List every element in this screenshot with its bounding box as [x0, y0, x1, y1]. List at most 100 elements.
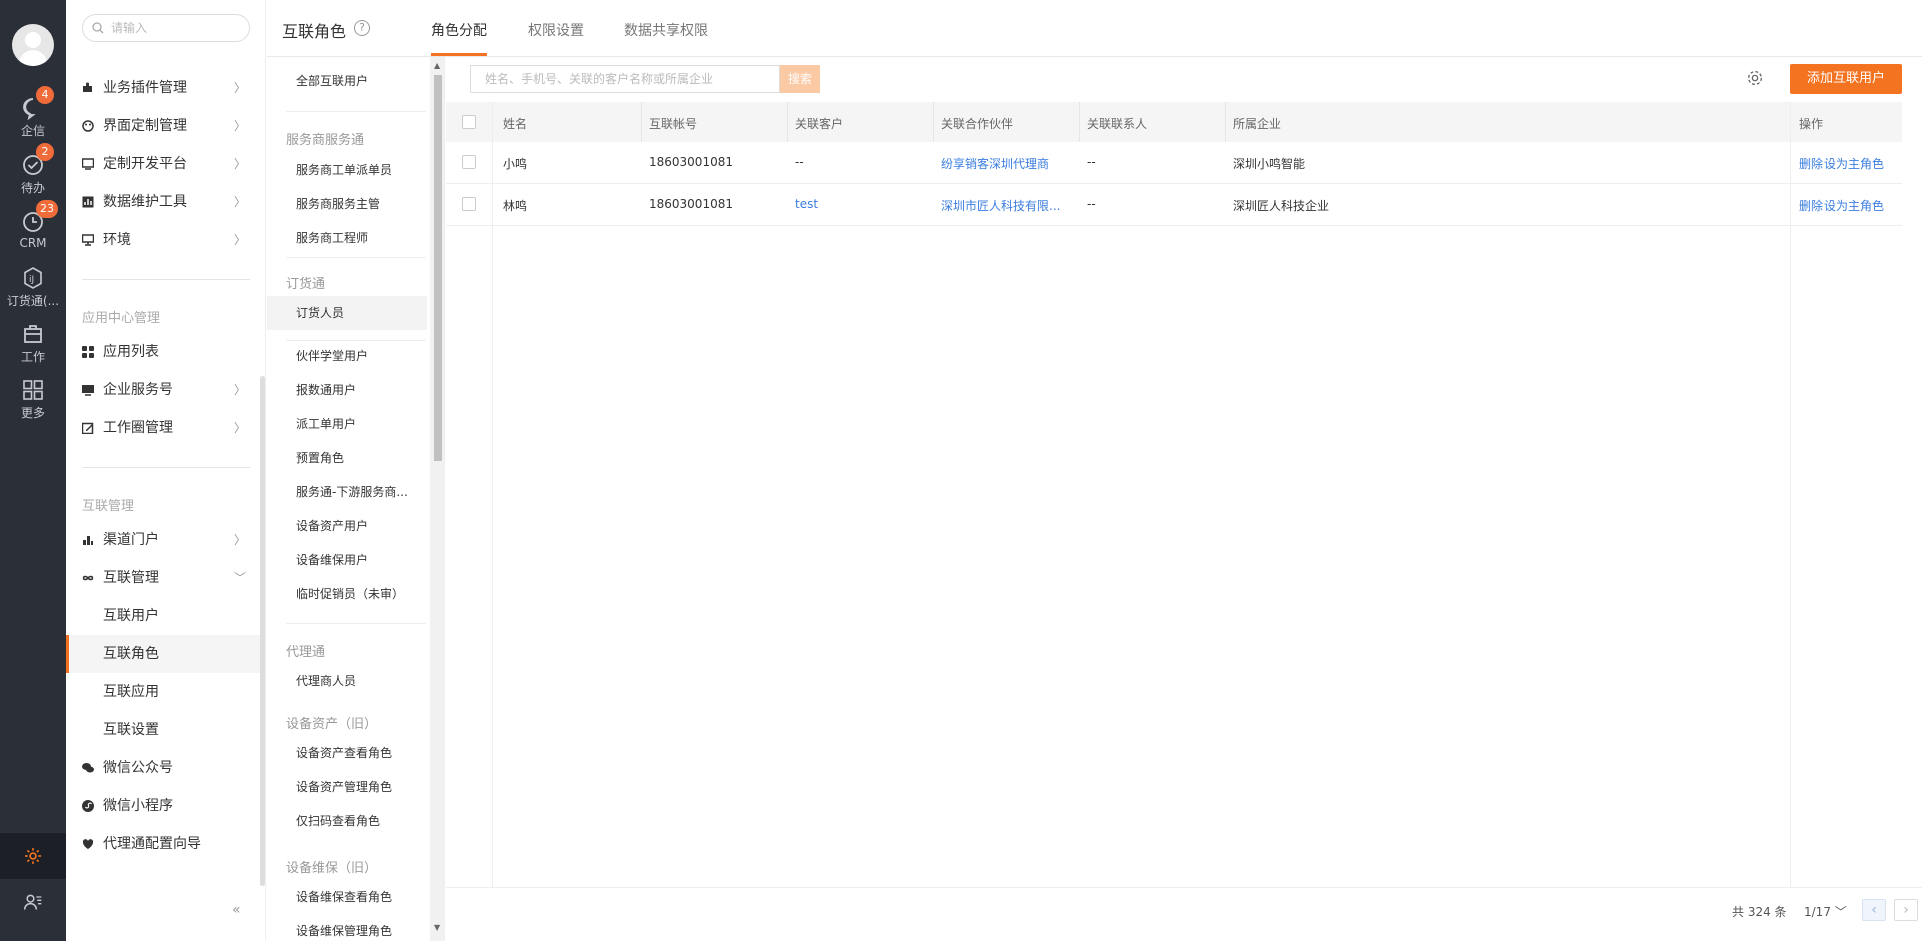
chevron-right-icon: 〉: [233, 157, 246, 171]
tab-role-assign[interactable]: 角色分配: [431, 20, 487, 40]
user-search-input[interactable]: 姓名、手机号、关联的客户名称或所属企业: [470, 65, 780, 93]
prev-page-button[interactable]: ‹: [1862, 899, 1886, 921]
role-item[interactable]: 临时促销员（未审）: [267, 577, 427, 611]
tab-data-sharing[interactable]: 数据共享权限: [624, 20, 708, 40]
nav-item-dev-platform[interactable]: 定制开发平台 〉: [66, 145, 260, 183]
search-button[interactable]: 搜索: [780, 65, 820, 93]
nav-item-wechat-official[interactable]: 微信公众号: [66, 749, 260, 787]
nav-item-plugins[interactable]: 业务插件管理 〉: [66, 69, 260, 107]
nav-item-agent-wizard[interactable]: 代理通配置向导: [66, 825, 260, 863]
gear-icon[interactable]: [1746, 69, 1764, 87]
nav-label: 微信小程序: [103, 798, 173, 814]
rail-item-more[interactable]: 更多: [0, 378, 66, 421]
nav-item-app-list[interactable]: 应用列表: [66, 333, 260, 371]
column-header[interactable]: 关联联系人: [1087, 115, 1147, 132]
nav-item-ui-custom[interactable]: 界面定制管理 〉: [66, 107, 260, 145]
nav-item-service-account[interactable]: 企业服务号 〉: [66, 371, 260, 409]
nav-sub-apps[interactable]: 互联应用: [66, 673, 260, 711]
help-icon[interactable]: ?: [354, 20, 370, 36]
rail-settings[interactable]: [0, 833, 66, 879]
role-item[interactable]: 服务通-下游服务商...: [267, 475, 427, 509]
search-icon: [92, 22, 104, 34]
bar-chart-icon: [82, 196, 94, 208]
role-item[interactable]: 设备资产查看角色: [267, 736, 427, 770]
table-row[interactable]: 小鸣 18603001081 -- 纷享销客深圳代理商 -- 深圳小鸣智能 删除…: [446, 142, 1902, 184]
set-main-role-link[interactable]: 设为主角色: [1824, 155, 1884, 172]
rail-item-chat[interactable]: 4 企信: [0, 86, 66, 139]
scroll-thumb[interactable]: [434, 75, 442, 461]
role-item[interactable]: 设备资产管理角色: [267, 770, 427, 804]
nav-item-workcircle[interactable]: 工作圈管理 〉: [66, 409, 260, 447]
role-item[interactable]: 服务商工单派单员: [267, 153, 427, 187]
nav-divider: [82, 467, 250, 468]
add-user-button[interactable]: 添加互联用户: [1790, 64, 1902, 94]
column-header[interactable]: 互联帐号: [649, 115, 697, 132]
row-checkbox[interactable]: [462, 197, 476, 211]
app-rail: 4 企信 2 待办 23 CRM iJ 订货通(... 工作 更多: [0, 0, 66, 941]
nav-item-interconnect[interactable]: 互联管理 ﹀: [66, 559, 260, 597]
tab-permissions[interactable]: 权限设置: [528, 20, 584, 40]
role-item[interactable]: 派工单用户: [267, 407, 427, 441]
rail-item-order[interactable]: iJ 订货通(...: [0, 266, 66, 309]
nav-label: 微信公众号: [103, 760, 173, 776]
column-header[interactable]: 所属企业: [1233, 115, 1281, 132]
role-item[interactable]: 设备资产用户: [267, 509, 427, 543]
nav-sub-roles[interactable]: 互联角色: [66, 635, 260, 673]
avatar[interactable]: [12, 24, 54, 66]
nav-label: 界面定制管理: [103, 118, 187, 134]
role-item[interactable]: 代理商人员: [267, 664, 427, 698]
table-row[interactable]: 林鸣 18603001081 test 深圳市匠人科技有限... -- 深圳匠人…: [446, 184, 1902, 226]
delete-link[interactable]: 删除: [1799, 197, 1823, 214]
set-main-role-link[interactable]: 设为主角色: [1824, 197, 1884, 214]
cell-partner-link[interactable]: 纷享销客深圳代理商: [941, 155, 1076, 172]
nav-sub-settings[interactable]: 互联设置: [66, 711, 260, 749]
chevron-right-icon: 〉: [233, 383, 246, 397]
column-header[interactable]: 关联合作伙伴: [941, 115, 1013, 132]
role-item[interactable]: 设备维保用户: [267, 543, 427, 577]
scroll-down-icon[interactable]: ▼: [434, 923, 440, 932]
page-select[interactable]: 1/17 ﹀: [1804, 903, 1847, 920]
role-item[interactable]: 服务商服务主管: [267, 187, 427, 221]
column-header[interactable]: 姓名: [503, 115, 527, 132]
role-item[interactable]: 设备维保查看角色: [267, 880, 427, 914]
nav-item-channel-portal[interactable]: 渠道门户 〉: [66, 521, 260, 559]
nav-label: 业务插件管理: [103, 80, 187, 96]
total-count: 共 324 条: [1732, 905, 1787, 919]
checkbox-column-border: [492, 102, 493, 888]
rail-item-todo[interactable]: 2 待办: [0, 143, 66, 196]
nav-sub-users[interactable]: 互联用户: [66, 597, 260, 635]
nav-scrollbar[interactable]: [260, 376, 265, 886]
cell-customer-link[interactable]: test: [795, 197, 818, 211]
role-item[interactable]: 仅扫码查看角色: [267, 804, 427, 838]
nav-label: 互联设置: [103, 722, 159, 738]
role-item[interactable]: 设备维保管理角色: [267, 914, 427, 941]
role-list-scrollbar[interactable]: ▲ ▼: [430, 57, 444, 941]
chat-badge: 4: [36, 86, 54, 104]
nav-item-wechat-miniapp[interactable]: 微信小程序: [66, 787, 260, 825]
chevron-down-icon: ﹀: [1834, 905, 1847, 919]
table-header: 姓名 互联帐号 关联客户 关联合作伙伴 关联联系人 所属企业 操作: [446, 102, 1902, 142]
nav-search-input[interactable]: 请输入: [82, 14, 250, 42]
nav-item-environment[interactable]: 环境 〉: [66, 221, 260, 259]
nav-item-data-tools[interactable]: 数据维护工具 〉: [66, 183, 260, 221]
role-item-all[interactable]: 全部互联用户: [267, 64, 427, 98]
infinity-icon: [82, 575, 94, 581]
delete-link[interactable]: 删除: [1799, 155, 1823, 172]
role-item[interactable]: 预置角色: [267, 441, 427, 475]
row-checkbox[interactable]: [462, 155, 476, 169]
next-page-button[interactable]: ›: [1894, 899, 1918, 921]
rail-item-crm[interactable]: 23 CRM: [0, 200, 66, 250]
rail-item-work[interactable]: 工作: [0, 322, 66, 365]
select-all-checkbox[interactable]: [462, 115, 476, 129]
scroll-up-icon[interactable]: ▲: [434, 61, 440, 70]
rail-admin[interactable]: [0, 879, 66, 925]
edit-icon: [82, 422, 94, 434]
role-item-selected[interactable]: 订货人员: [267, 296, 427, 330]
role-item[interactable]: 伙伴学堂用户: [267, 339, 427, 373]
role-item[interactable]: 服务商工程师: [267, 221, 427, 255]
collapse-icon[interactable]: «: [232, 902, 241, 918]
column-header[interactable]: 关联客户: [795, 115, 843, 132]
role-item[interactable]: 报数通用户: [267, 373, 427, 407]
cell-partner-link[interactable]: 深圳市匠人科技有限...: [941, 197, 1076, 214]
role-divider: [286, 623, 426, 624]
